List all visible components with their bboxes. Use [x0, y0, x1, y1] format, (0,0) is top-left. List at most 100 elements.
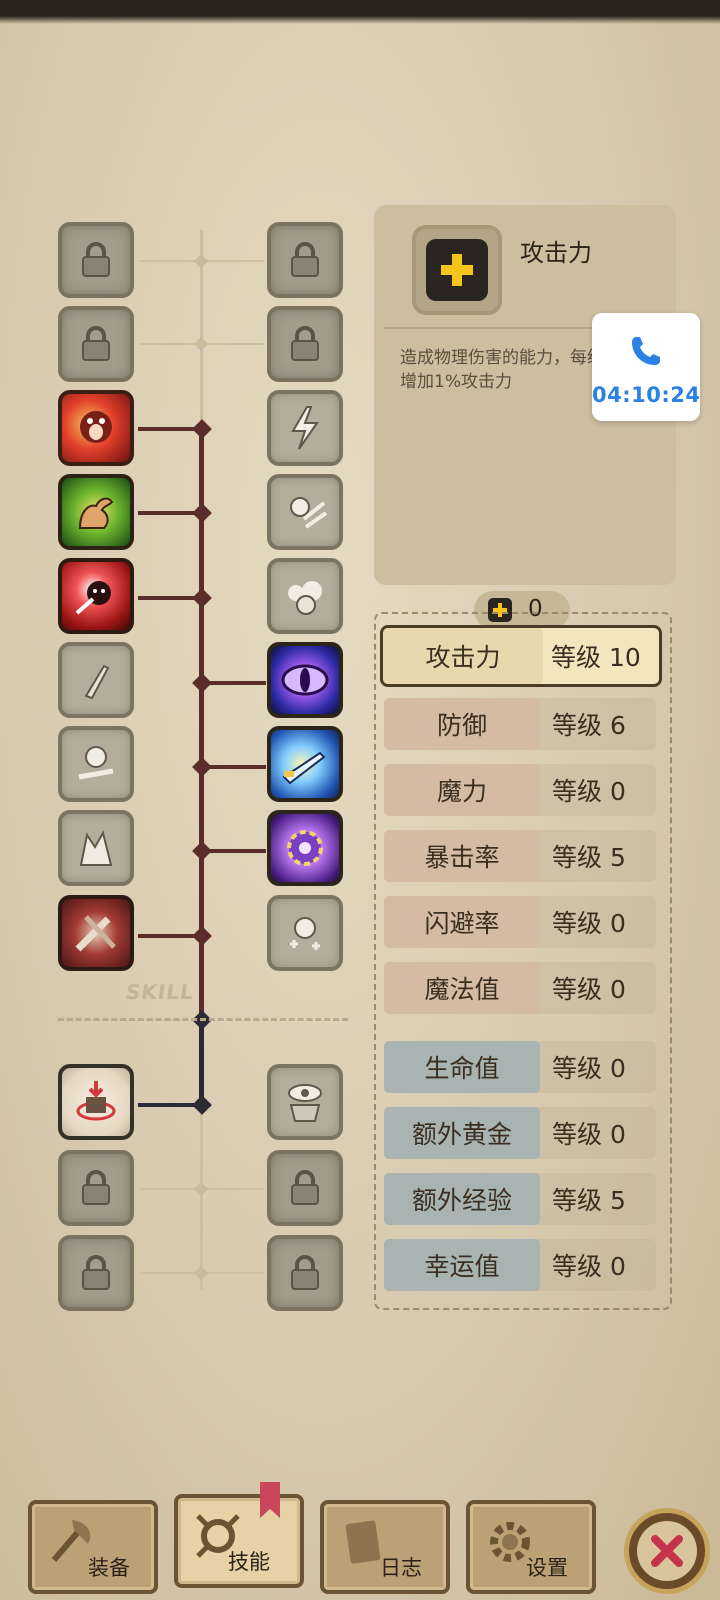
lightning-skill-node[interactable]	[267, 390, 343, 466]
fortress-icon	[76, 1081, 116, 1121]
storm-skill-node[interactable]	[267, 558, 343, 634]
tree-node-marker	[193, 1265, 209, 1281]
lock-icon	[82, 242, 110, 277]
charge-icon	[290, 497, 328, 529]
lock-icon	[82, 1255, 110, 1290]
info-icon-frame	[412, 225, 502, 315]
close-icon	[651, 1535, 683, 1567]
tab-skills[interactable]: 技能	[174, 1494, 304, 1588]
lock-icon	[291, 242, 319, 277]
section-divider	[58, 1018, 348, 1021]
eye-skill-node[interactable]	[267, 642, 343, 718]
dagger-icon	[84, 664, 110, 700]
lock-icon	[82, 326, 110, 361]
locked-skill-node[interactable]	[267, 306, 343, 382]
stat-row-defense[interactable]: 防御 等级 6	[384, 698, 656, 750]
plus-icon	[441, 254, 473, 286]
stat-name: 闪避率	[384, 896, 540, 948]
stat-name: 魔力	[384, 764, 540, 816]
stat-name: 魔法值	[384, 962, 540, 1014]
stat-level: 等级 5	[552, 843, 626, 872]
orb-skill-node[interactable]	[267, 810, 343, 886]
stat-row-health[interactable]: 生命值 等级 0	[384, 1041, 656, 1093]
tree-node-marker	[192, 419, 212, 439]
blade-skill-node[interactable]	[58, 895, 134, 971]
stat-row-magic[interactable]: 魔力 等级 0	[384, 764, 656, 816]
charge-skill-node[interactable]	[267, 474, 343, 550]
tree-node-marker	[192, 1095, 212, 1115]
stat-row-crit[interactable]: 暴击率 等级 5	[384, 830, 656, 882]
locked-skill-node[interactable]	[58, 1235, 134, 1311]
storm-icon	[288, 581, 322, 615]
lock-icon	[82, 1170, 110, 1205]
roar-skill-node[interactable]	[58, 390, 134, 466]
tree-node-marker	[192, 588, 212, 608]
stat-row-attack[interactable]: 攻击力 等级 10	[380, 625, 662, 687]
stat-level: 等级 0	[552, 1252, 626, 1281]
tree-node-marker	[192, 757, 212, 777]
sword-skill-node[interactable]	[267, 726, 343, 802]
lightning-icon	[291, 406, 319, 450]
vision-skill-node[interactable]	[267, 1064, 343, 1140]
stat-level: 等级 0	[552, 777, 626, 806]
tab-label: 装备	[88, 1556, 130, 1580]
tree-node-marker	[192, 503, 212, 523]
stat-row-extra-gold[interactable]: 额外黄金 等级 0	[384, 1107, 656, 1159]
tab-label: 设置	[526, 1556, 568, 1580]
vision-icon	[288, 1084, 322, 1122]
locked-skill-node[interactable]	[58, 222, 134, 298]
tab-journal[interactable]: 日志	[320, 1500, 450, 1594]
stat-name: 额外黄金	[384, 1107, 540, 1159]
dagger-skill-node[interactable]	[58, 642, 134, 718]
stat-name: 生命值	[384, 1041, 540, 1093]
call-timer: 04:10:24	[592, 383, 701, 407]
roar-icon	[80, 411, 112, 443]
info-title: 攻击力	[520, 239, 592, 267]
call-overlay[interactable]: 04:10:24	[592, 313, 700, 421]
stat-level: 等级 10	[551, 643, 641, 672]
slash-skill-node[interactable]	[58, 558, 134, 634]
top-frame	[0, 0, 720, 24]
eye-icon	[281, 664, 329, 696]
stat-name: 攻击力	[383, 628, 543, 684]
locked-skill-node[interactable]	[58, 1150, 134, 1226]
muscle-icon	[78, 497, 114, 529]
stat-level: 等级 0	[552, 1120, 626, 1149]
info-description: 造成物理伤害的能力，每级增加1%攻击力	[400, 348, 604, 392]
tree-node-marker	[193, 253, 209, 269]
locked-skill-node[interactable]	[267, 222, 343, 298]
stat-row-mana[interactable]: 魔法值 等级 0	[384, 962, 656, 1014]
fury-skill-node[interactable]	[58, 810, 134, 886]
stat-level: 等级 0	[552, 1054, 626, 1083]
lock-icon	[291, 1255, 319, 1290]
tab-label: 技能	[228, 1550, 270, 1574]
tab-settings[interactable]: 设置	[466, 1500, 596, 1594]
stat-level: 等级 0	[552, 975, 626, 1004]
tab-equipment[interactable]: 装备	[28, 1500, 158, 1594]
stat-row-luck[interactable]: 幸运值 等级 0	[384, 1239, 656, 1291]
locked-skill-node[interactable]	[267, 1235, 343, 1311]
locked-skill-node[interactable]	[267, 1150, 343, 1226]
close-button[interactable]	[624, 1508, 710, 1594]
sword-icon	[282, 751, 326, 785]
tree-node-marker	[192, 926, 212, 946]
stat-row-dodge[interactable]: 闪避率 等级 0	[384, 896, 656, 948]
tab-label: 日志	[380, 1556, 422, 1580]
stat-row-extra-exp[interactable]: 额外经验 等级 5	[384, 1173, 656, 1225]
phone-icon	[632, 337, 660, 365]
heal-icon	[290, 917, 320, 950]
stat-name: 额外经验	[384, 1173, 540, 1225]
orb-icon	[287, 830, 323, 866]
defense-skill-node[interactable]	[58, 1064, 134, 1140]
fury-icon	[79, 830, 113, 866]
heal-skill-node[interactable]	[267, 895, 343, 971]
dash-skill-node[interactable]	[58, 726, 134, 802]
dash-icon	[78, 746, 114, 780]
tree-node-marker	[192, 673, 212, 693]
stat-name: 暴击率	[384, 830, 540, 882]
stat-level: 等级 5	[552, 1186, 626, 1215]
strength-skill-node[interactable]	[58, 474, 134, 550]
slash-icon	[75, 581, 111, 615]
lock-icon	[291, 326, 319, 361]
locked-skill-node[interactable]	[58, 306, 134, 382]
